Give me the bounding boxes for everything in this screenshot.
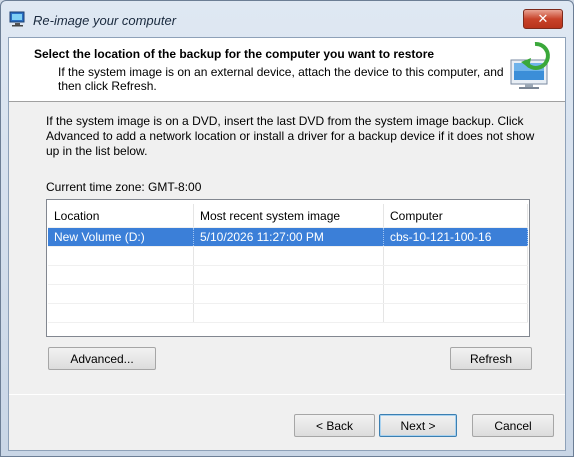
- empty-cell: [48, 266, 194, 284]
- title-bar: Re-image your computer ✕: [1, 1, 573, 37]
- back-button[interactable]: < Back: [294, 414, 375, 437]
- wizard-header: Select the location of the backup for th…: [9, 38, 565, 102]
- row-location: New Volume (D:): [48, 228, 194, 246]
- row-computer: cbs-10-121-100-16: [384, 228, 528, 246]
- empty-row: [48, 247, 528, 266]
- header-title: Select the location of the backup for th…: [34, 47, 435, 61]
- empty-cell: [384, 247, 528, 265]
- empty-cell: [48, 304, 194, 322]
- backup-list[interactable]: Location Most recent system image Comput…: [46, 199, 530, 337]
- cancel-button[interactable]: Cancel: [472, 414, 554, 437]
- column-header-location[interactable]: Location: [48, 204, 194, 227]
- empty-cell: [384, 304, 528, 322]
- list-header: Location Most recent system image Comput…: [48, 204, 528, 228]
- advanced-button[interactable]: Advanced...: [48, 347, 156, 370]
- footer-divider: [9, 394, 565, 395]
- reimage-dialog: Re-image your computer ✕ Select the loca…: [0, 0, 574, 457]
- empty-cell: [194, 304, 384, 322]
- header-subtitle: If the system image is on an external de…: [58, 65, 504, 93]
- computer-restore-icon: [510, 41, 550, 89]
- empty-cell: [384, 266, 528, 284]
- row-image-date: 5/10/2026 11:27:00 PM: [194, 228, 384, 246]
- close-button[interactable]: ✕: [523, 9, 563, 29]
- refresh-button[interactable]: Refresh: [450, 347, 532, 370]
- timezone-label: Current time zone: GMT-8:00: [46, 180, 202, 194]
- empty-row: [48, 285, 528, 304]
- empty-cell: [48, 285, 194, 303]
- computer-app-icon: [9, 11, 25, 27]
- empty-row: [48, 266, 528, 285]
- instructions-text: If the system image is on a DVD, insert …: [46, 114, 535, 158]
- column-header-computer[interactable]: Computer: [384, 204, 528, 227]
- next-button[interactable]: Next >: [379, 414, 457, 437]
- close-icon: ✕: [537, 11, 549, 27]
- empty-cell: [194, 285, 384, 303]
- empty-cell: [384, 285, 528, 303]
- dialog-body: Select the location of the backup for th…: [8, 37, 566, 451]
- empty-cell: [48, 247, 194, 265]
- window-title: Re-image your computer: [33, 13, 177, 28]
- empty-cell: [194, 247, 384, 265]
- empty-row: [48, 304, 528, 323]
- empty-cell: [194, 266, 384, 284]
- table-row[interactable]: New Volume (D:) 5/10/2026 11:27:00 PM cb…: [48, 228, 528, 247]
- column-header-image[interactable]: Most recent system image: [194, 204, 384, 227]
